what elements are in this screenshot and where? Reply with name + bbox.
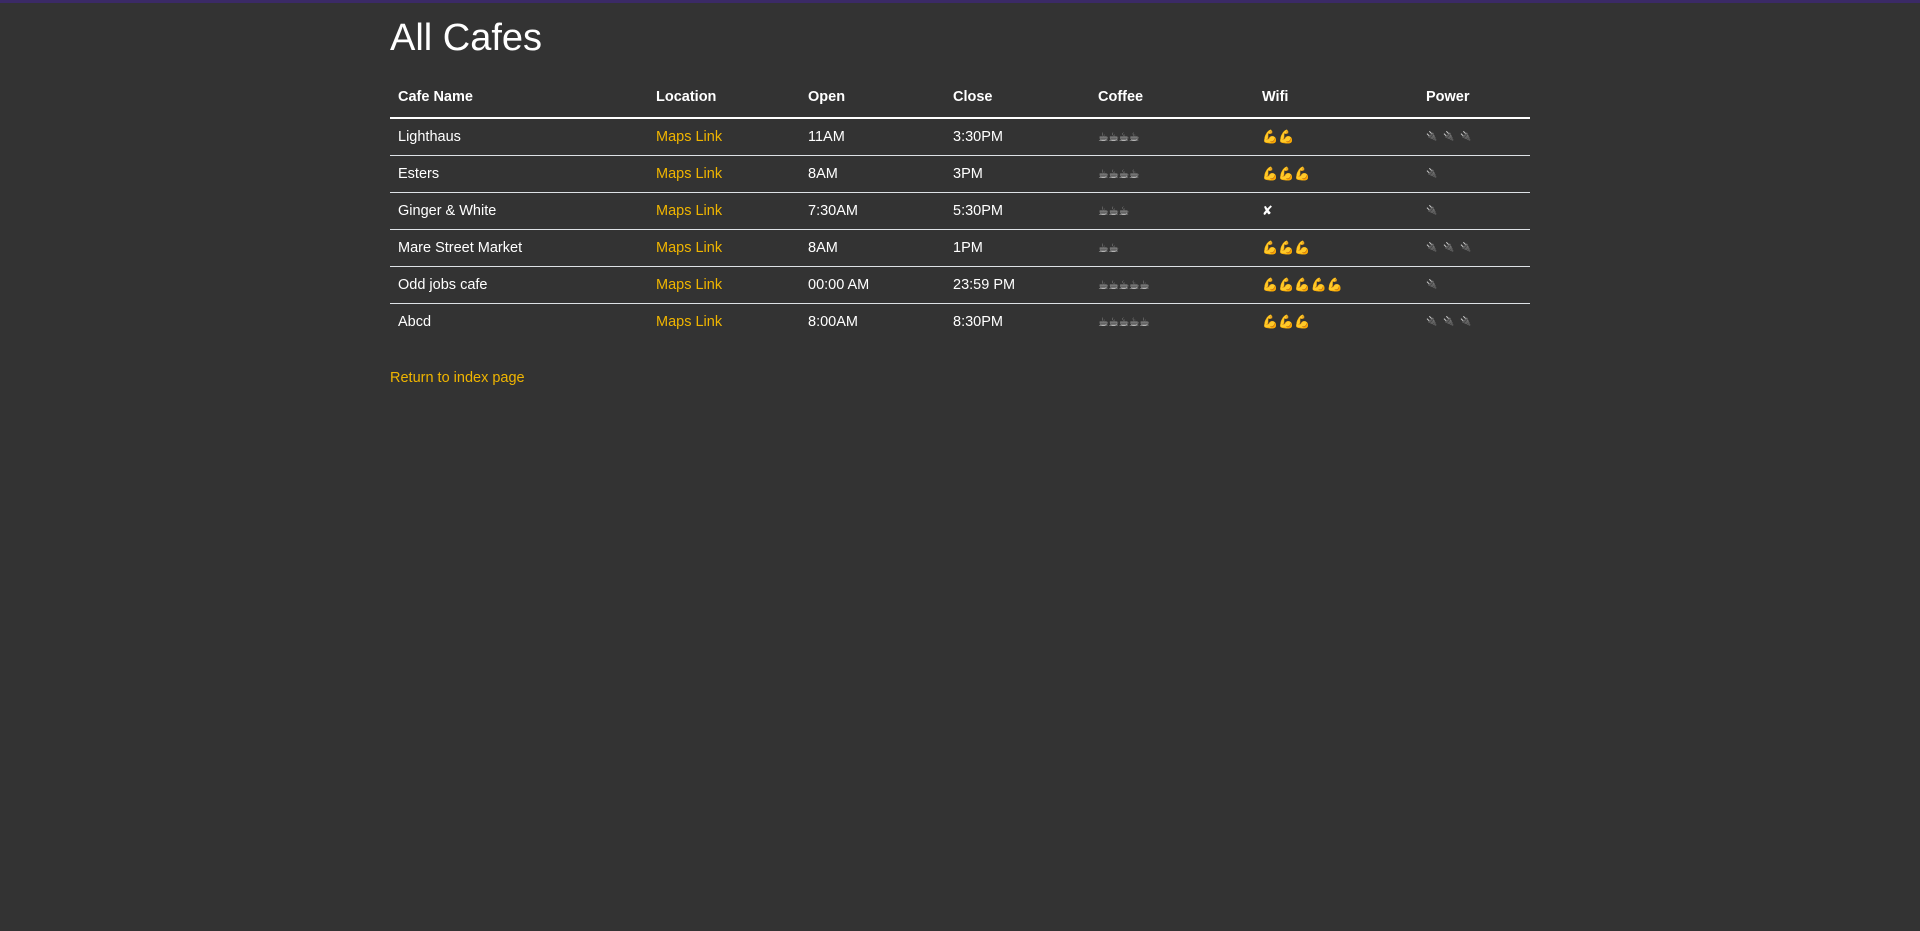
- close-time: 5:30PM: [945, 192, 1090, 230]
- close-time: 8:30PM: [945, 303, 1090, 340]
- page-title: All Cafes: [390, 17, 543, 59]
- close-time: 23:59 PM: [945, 266, 1090, 304]
- main-container: All Cafes Cafe Name Location Open Close …: [390, 0, 1530, 386]
- power-rating-icons: 🔌🔌🔌: [1426, 132, 1478, 142]
- coffee-rating-icons: ☕☕☕: [1090, 192, 1254, 230]
- cafe-name: Abcd: [390, 303, 648, 340]
- maps-link[interactable]: Maps Link: [656, 166, 722, 182]
- table-row: Mare Street Market Maps Link 8AM 1PM ☕☕ …: [390, 229, 1530, 267]
- table-row: Ginger & White Maps Link 7:30AM 5:30PM ☕…: [390, 192, 1530, 230]
- close-time: 3PM: [945, 155, 1090, 193]
- header-coffee: Coffee: [1090, 77, 1254, 119]
- open-time: 8:00AM: [800, 303, 945, 340]
- coffee-rating-icons: ☕☕☕☕☕: [1090, 303, 1254, 340]
- cafe-name: Odd jobs cafe: [390, 266, 648, 304]
- power-rating-icons: 🔌🔌🔌: [1418, 303, 1530, 340]
- maps-link[interactable]: Maps Link: [656, 129, 722, 145]
- coffee-rating-icons: ☕☕☕☕☕: [1090, 266, 1254, 304]
- table-row: Esters Maps Link 8AM 3PM ☕☕☕☕ 💪💪💪 🔌: [390, 155, 1530, 193]
- cafe-name: Mare Street Market: [390, 229, 648, 267]
- return-to-index-link[interactable]: Return to index page: [390, 370, 525, 386]
- open-time: 8AM: [800, 155, 945, 193]
- close-time: 1PM: [945, 229, 1090, 267]
- close-time: 3:30PM: [953, 129, 1003, 145]
- cafes-table: Cafe Name Location Open Close Coffee Wif…: [390, 77, 1530, 340]
- power-rating-icons: 🔌: [1418, 266, 1530, 304]
- maps-link[interactable]: Maps Link: [656, 203, 722, 219]
- power-rating-icons: 🔌: [1418, 192, 1530, 230]
- return-container: Return to index page: [390, 370, 1530, 386]
- coffee-rating-icons: ☕☕☕☕: [1090, 155, 1254, 193]
- wifi-rating-icons: 💪💪💪: [1254, 303, 1418, 340]
- maps-link[interactable]: Maps Link: [656, 240, 722, 256]
- header-power: Power: [1418, 77, 1530, 119]
- open-time: 8AM: [800, 229, 945, 267]
- power-rating-icons: 🔌: [1418, 155, 1530, 193]
- header-open: Open: [800, 77, 945, 119]
- power-rating-icons: 🔌🔌🔌: [1418, 229, 1530, 267]
- table-row: Odd jobs cafe Maps Link 00:00 AM 23:59 P…: [390, 266, 1530, 304]
- wifi-rating-icons: 💪💪💪💪💪: [1254, 266, 1418, 304]
- cafe-name: Lighthaus: [398, 129, 461, 145]
- coffee-rating-icons: ☕☕☕☕: [1098, 130, 1140, 144]
- wifi-rating-icons: 💪💪: [1262, 129, 1295, 145]
- header-location: Location: [648, 77, 800, 119]
- open-time: 11AM: [808, 129, 845, 145]
- header-close: Close: [945, 77, 1090, 119]
- cafe-name: Esters: [390, 155, 648, 193]
- coffee-rating-icons: ☕☕: [1090, 229, 1254, 267]
- wifi-rating-icons: 💪💪💪: [1254, 229, 1418, 267]
- wifi-rating-icons: 💪💪💪: [1254, 155, 1418, 193]
- table-row: Abcd Maps Link 8:00AM 8:30PM ☕☕☕☕☕ 💪💪💪 🔌…: [390, 303, 1530, 340]
- maps-link[interactable]: Maps Link: [656, 314, 722, 330]
- header-wifi: Wifi: [1254, 77, 1418, 119]
- wifi-none-icon: ✘: [1254, 192, 1418, 230]
- table-header-row: Cafe Name Location Open Close Coffee Wif…: [390, 77, 1530, 119]
- open-time: 00:00 AM: [800, 266, 945, 304]
- cafe-name: Ginger & White: [390, 192, 648, 230]
- maps-link[interactable]: Maps Link: [656, 277, 722, 293]
- header-cafe-name: Cafe Name: [390, 77, 648, 119]
- table-row: Lighthaus Maps Link 11AM 3:30PM ☕☕☕☕ 💪💪 …: [390, 118, 1530, 156]
- open-time: 7:30AM: [800, 192, 945, 230]
